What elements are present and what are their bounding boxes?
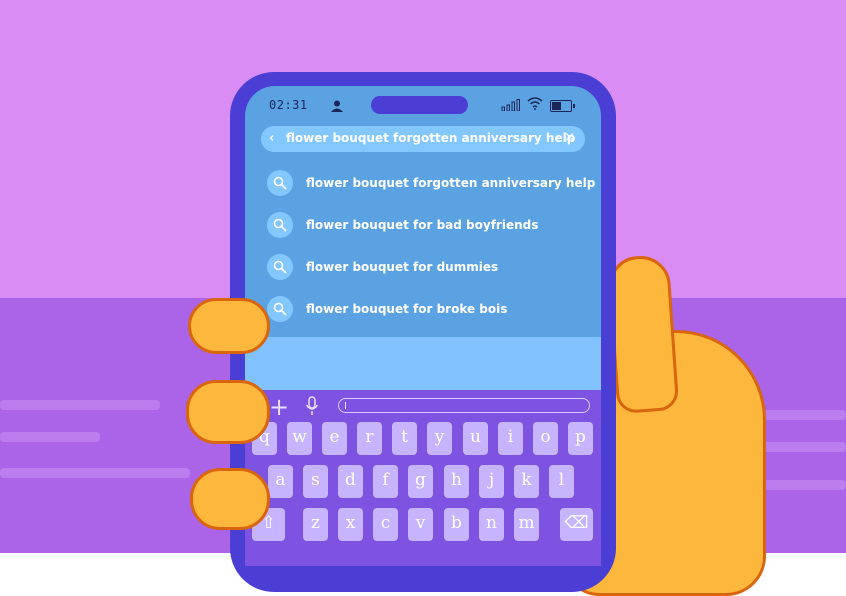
key-y[interactable]: y: [427, 422, 452, 455]
key-s[interactable]: s: [303, 465, 328, 498]
delete-key[interactable]: ⌫: [560, 508, 593, 541]
suggestion-label: flower bouquet for broke bois: [306, 302, 508, 316]
key-z[interactable]: z: [303, 508, 328, 541]
key-c[interactable]: c: [373, 508, 398, 541]
hand-thumb: [606, 254, 680, 414]
search-icon: [267, 212, 293, 238]
battery-icon: [550, 100, 575, 112]
floor-stripe: [0, 468, 190, 478]
key-a[interactable]: a: [268, 465, 293, 498]
suggestion-item[interactable]: flower bouquet forgotten anniversary hel…: [267, 170, 597, 200]
status-bar: 02:31: [245, 86, 601, 126]
key-e[interactable]: e: [322, 422, 347, 455]
empty-panel: [245, 337, 601, 390]
floor-stripe: [0, 432, 100, 442]
key-w[interactable]: w: [287, 422, 312, 455]
key-j[interactable]: j: [479, 465, 504, 498]
keyboard: + q w e r t y u i o p a s d f g h j k l …: [245, 390, 601, 566]
suggestion-label: flower bouquet for bad boyfriends: [306, 218, 539, 232]
user-icon: [331, 100, 343, 112]
hand-finger: [190, 468, 270, 530]
clear-icon[interactable]: ×: [564, 130, 575, 145]
suggestion-item[interactable]: flower bouquet for broke bois: [267, 296, 597, 326]
key-l[interactable]: l: [549, 465, 574, 498]
suggestion-label: flower bouquet forgotten anniversary hel…: [306, 176, 596, 190]
search-input[interactable]: flower bouquet forgotten anniversary hel…: [286, 131, 575, 145]
hand-finger: [186, 380, 270, 444]
key-g[interactable]: g: [408, 465, 433, 498]
key-p[interactable]: p: [568, 422, 593, 455]
plus-icon[interactable]: +: [269, 395, 289, 419]
suggestion-item[interactable]: flower bouquet for bad boyfriends: [267, 212, 597, 242]
camera-notch: [371, 96, 468, 114]
text-input[interactable]: [338, 398, 590, 413]
key-k[interactable]: k: [514, 465, 539, 498]
key-d[interactable]: d: [338, 465, 363, 498]
hand-finger: [188, 298, 270, 354]
back-icon[interactable]: ‹: [269, 131, 274, 146]
key-x[interactable]: x: [338, 508, 363, 541]
search-icon: [267, 296, 293, 322]
key-m[interactable]: m: [514, 508, 539, 541]
suggestion-item[interactable]: flower bouquet for dummies: [267, 254, 597, 284]
key-f[interactable]: f: [373, 465, 398, 498]
microphone-icon[interactable]: [305, 396, 319, 416]
signal-icon: [501, 99, 520, 111]
status-time: 02:31: [269, 98, 308, 112]
phone-screen: 02:31 ‹ flower bouquet forgotten anniver…: [245, 86, 601, 566]
key-v[interactable]: v: [408, 508, 433, 541]
key-h[interactable]: h: [444, 465, 469, 498]
search-icon: [267, 254, 293, 280]
key-o[interactable]: o: [533, 422, 558, 455]
search-bar[interactable]: ‹ flower bouquet forgotten anniversary h…: [261, 126, 585, 152]
key-i[interactable]: i: [498, 422, 523, 455]
search-icon: [267, 170, 293, 196]
suggestion-label: flower bouquet for dummies: [306, 260, 499, 274]
floor-stripe: [760, 442, 846, 452]
key-u[interactable]: u: [463, 422, 488, 455]
key-t[interactable]: t: [392, 422, 417, 455]
floor-stripe: [0, 400, 160, 410]
key-r[interactable]: r: [357, 422, 382, 455]
key-n[interactable]: n: [479, 508, 504, 541]
wifi-icon: [527, 97, 543, 110]
key-b[interactable]: b: [444, 508, 469, 541]
